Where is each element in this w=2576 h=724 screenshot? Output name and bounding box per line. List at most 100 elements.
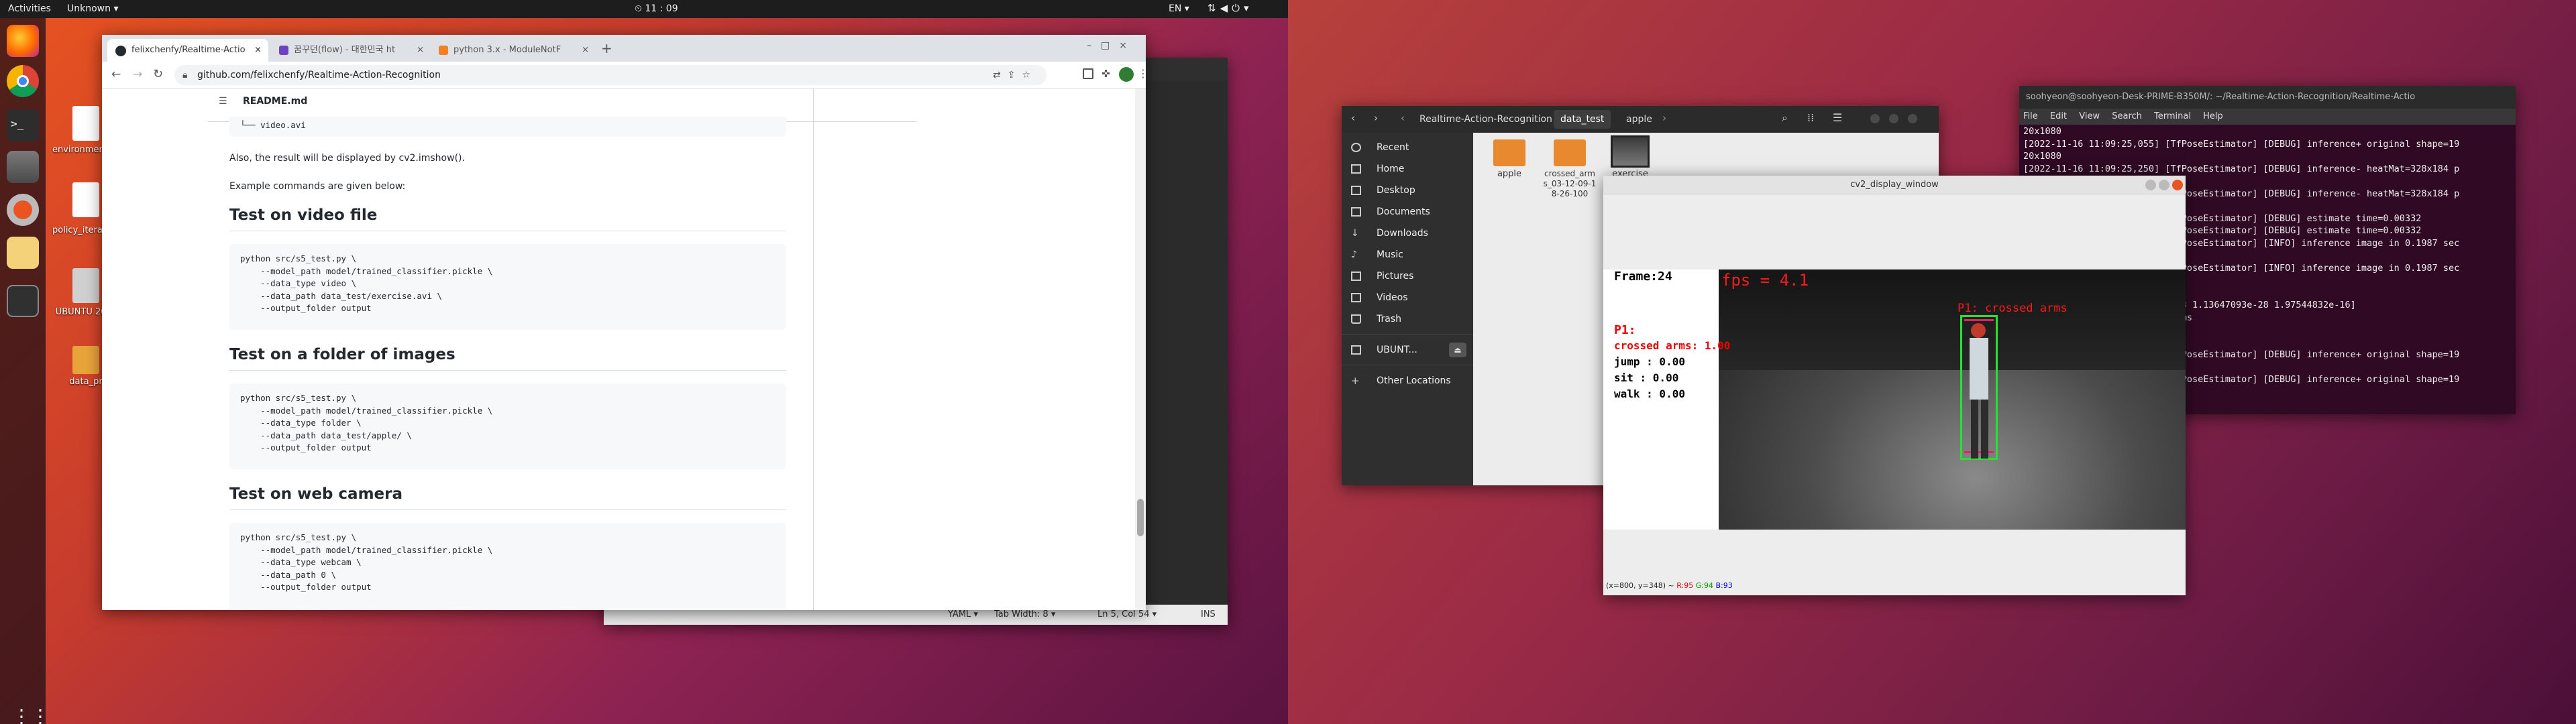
file-item[interactable]: apple bbox=[1483, 139, 1536, 179]
cursor-position-label: Ln 5, Col 54 bbox=[1097, 609, 1150, 619]
code-block: └── video.avi bbox=[229, 117, 786, 137]
show-apps-icon[interactable]: ⋮⋮ bbox=[12, 706, 50, 724]
menu-file[interactable]: File bbox=[2023, 111, 2038, 121]
new-tab-button[interactable]: + bbox=[601, 40, 612, 56]
app-menu[interactable]: Unknown ▾ bbox=[67, 3, 118, 14]
back-icon[interactable]: ‹ bbox=[1351, 112, 1355, 124]
tab-label: felixchenfy/Realtime-Actio bbox=[131, 45, 246, 55]
cv2-statusbar: (x=800, y=348) ~ R:95 G:94 B:93 bbox=[1606, 581, 1733, 590]
sidebar-item-label: Documents bbox=[1377, 206, 1430, 217]
sidebar-item-home[interactable]: Home bbox=[1342, 158, 1473, 180]
code-line: --data_path data_test/exercise.avi \ bbox=[240, 290, 443, 301]
minimize-button[interactable] bbox=[2145, 180, 2156, 190]
screen-app-icon[interactable] bbox=[7, 285, 39, 317]
sidebar-item-trash[interactable]: Trash bbox=[1342, 308, 1473, 330]
scrollbar[interactable] bbox=[1135, 88, 1146, 610]
menu-edit[interactable]: Edit bbox=[2050, 111, 2067, 121]
tab[interactable]: python 3.x - ModuleNotF × bbox=[433, 39, 594, 62]
back-icon[interactable]: ← bbox=[111, 68, 121, 81]
picture-icon bbox=[1351, 272, 1361, 281]
files-icon[interactable] bbox=[7, 151, 39, 183]
clock-label: 11 : 09 bbox=[645, 3, 678, 14]
text-editor-icon[interactable] bbox=[7, 237, 39, 269]
code-block: python src/s5_test.py \ --model_path mod… bbox=[229, 383, 786, 469]
activities-button[interactable]: Activities bbox=[8, 3, 51, 14]
system-menu[interactable]: ⇅◀⏻▾ bbox=[1208, 2, 1253, 14]
score-line: sit : 0.00 bbox=[1614, 371, 1679, 384]
language-selector-label: YAML bbox=[948, 609, 971, 619]
close-button[interactable] bbox=[1908, 114, 1917, 123]
scrollbar-thumb[interactable] bbox=[1137, 499, 1144, 536]
cv2-image[interactable]: Frame:24 P1: crossed arms: 1.00 jump : 0… bbox=[1603, 269, 2186, 530]
sidebar-item-other-locations[interactable]: + Other Locations bbox=[1342, 370, 1473, 391]
download-icon: ↓ bbox=[1351, 228, 1359, 239]
terminal-icon[interactable]: >_ bbox=[7, 109, 39, 141]
sidebar-item-label: Trash bbox=[1377, 314, 1401, 324]
firefox-icon[interactable] bbox=[7, 25, 39, 57]
forward-icon[interactable]: → bbox=[133, 68, 142, 81]
address-actions[interactable]: ⇄⇪☆ bbox=[993, 65, 1037, 85]
code-line: --model_path model/trained_classifier.pi… bbox=[240, 265, 493, 276]
menu-search[interactable]: Search bbox=[2112, 111, 2142, 121]
menu-icon[interactable]: ☰ bbox=[1833, 111, 1842, 124]
settings-icon[interactable] bbox=[7, 194, 39, 226]
menu-terminal[interactable]: Terminal bbox=[2154, 111, 2191, 121]
path-right-icon[interactable]: › bbox=[1662, 112, 1666, 124]
sidebar-item-desktop[interactable]: Desktop bbox=[1342, 180, 1473, 201]
clock[interactable]: ⏲ 11 : 09 bbox=[635, 3, 678, 14]
forward-icon[interactable]: › bbox=[1374, 112, 1378, 124]
sidebar-item-downloads[interactable]: ↓ Downloads bbox=[1342, 223, 1473, 244]
sidebar-icon[interactable] bbox=[1083, 68, 1093, 79]
terminal-line: 20x1080 bbox=[2023, 126, 2061, 137]
path-left-icon[interactable]: ‹ bbox=[1401, 112, 1405, 124]
sidebar-item-recent[interactable]: Recent bbox=[1342, 137, 1473, 158]
frame-counter: Frame:24 bbox=[1614, 269, 1672, 284]
code-line: python src/s5_test.py \ bbox=[240, 532, 357, 542]
menu-help[interactable]: Help bbox=[2203, 111, 2223, 121]
maximize-button[interactable] bbox=[1889, 114, 1898, 123]
search-icon[interactable]: ⌕ bbox=[1782, 111, 1788, 125]
cv2-titlebar: cv2_display_window bbox=[1603, 176, 2186, 194]
path-segment-current[interactable]: data_test bbox=[1554, 110, 1611, 129]
alarm-icon: ⏲ bbox=[635, 3, 642, 14]
view-options-icon[interactable]: ⁞⁞ bbox=[1807, 111, 1814, 124]
section-heading: Test on video file bbox=[229, 206, 378, 224]
menu-view[interactable]: View bbox=[2079, 111, 2100, 121]
extensions-icon[interactable]: ✜ bbox=[1102, 68, 1110, 80]
close-icon[interactable]: × bbox=[254, 39, 262, 62]
avatar[interactable] bbox=[1119, 67, 1134, 82]
code-line: python src/s5_test.py \ bbox=[240, 253, 357, 263]
window-controls[interactable]: –□× bbox=[1087, 40, 1136, 51]
tab-active[interactable]: felixchenfy/Realtime-Actio × bbox=[107, 39, 268, 62]
sidebar-item-pictures[interactable]: Pictures bbox=[1342, 265, 1473, 287]
code-line: --model_path model/trained_classifier.pi… bbox=[240, 405, 493, 416]
eject-icon[interactable]: ⏏ bbox=[1449, 343, 1466, 357]
minimize-button[interactable] bbox=[1870, 114, 1880, 123]
sidebar-item-ubuntu[interactable]: UBUNT... ⏏ bbox=[1342, 339, 1473, 361]
toolbar: ← → ↻ 🔒︎ github.com/felixchenfy/Realtime… bbox=[102, 62, 1148, 88]
close-button[interactable] bbox=[2172, 180, 2183, 190]
maximize-button[interactable] bbox=[2159, 180, 2169, 190]
terminal-line: [2022-11-16 11:09:25,250] [TfPoseEstimat… bbox=[2023, 163, 2460, 174]
close-icon[interactable]: × bbox=[582, 39, 589, 62]
tab[interactable]: 꿈꾸던(flow) - 대한민국 ht × bbox=[274, 39, 429, 62]
path-segment[interactable]: apple bbox=[1621, 113, 1658, 126]
browser-window: felixchenfy/Realtime-Actio × 꿈꾸던(flow) -… bbox=[102, 35, 1148, 610]
file-item[interactable]: crossed_arms_03-12-09-18-26-100 bbox=[1543, 139, 1597, 199]
close-icon[interactable]: × bbox=[417, 39, 424, 62]
reload-icon[interactable]: ↻ bbox=[153, 67, 163, 81]
pdf-file-icon[interactable] bbox=[72, 182, 99, 217]
sidebar-item-music[interactable]: ♪ Music bbox=[1342, 244, 1473, 265]
music-icon: ♪ bbox=[1351, 249, 1357, 260]
chrome-icon[interactable] bbox=[7, 65, 39, 97]
language-indicator[interactable]: EN ▾ bbox=[1169, 3, 1189, 14]
drive-icon[interactable] bbox=[72, 268, 99, 303]
address-bar[interactable]: 🔒︎ github.com/felixchenfy/Realtime-Actio… bbox=[174, 65, 1046, 85]
list-icon[interactable]: ☰ bbox=[219, 88, 227, 114]
sidebar-item-documents[interactable]: Documents bbox=[1342, 201, 1473, 223]
folder-icon[interactable] bbox=[72, 346, 99, 374]
sidebar-item-videos[interactable]: Videos bbox=[1342, 287, 1473, 308]
pdf-file-icon[interactable] bbox=[72, 106, 99, 141]
path-segment[interactable]: Realtime-Action-Recognition bbox=[1414, 113, 1558, 126]
menu-icon[interactable]: ⋮ bbox=[1138, 67, 1148, 80]
